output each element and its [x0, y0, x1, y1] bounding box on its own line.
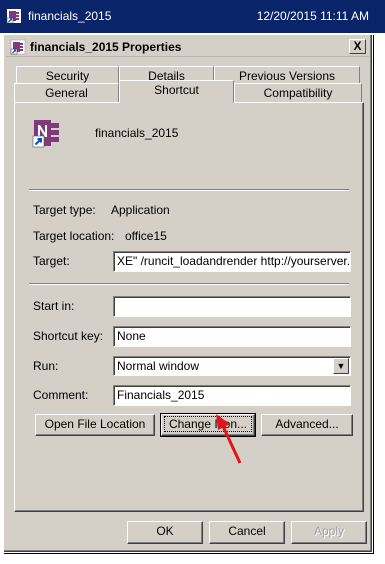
file-icon: [6, 8, 22, 24]
chevron-down-icon[interactable]: ▼: [333, 358, 349, 374]
ok-button-label: OK: [156, 524, 174, 538]
comment-label: Comment:: [33, 388, 89, 402]
target-label: Target:: [33, 254, 70, 268]
shortcut-tab-panel: financials_2015 Target type: Application…: [14, 102, 364, 512]
apply-button-label: Apply: [313, 524, 345, 538]
dialog-titlebar[interactable]: financials_2015 Properties X: [6, 37, 369, 57]
red-arrow-icon: [216, 414, 242, 464]
tab-label: General: [45, 86, 88, 100]
tab-label: Shortcut: [154, 83, 199, 97]
separator: [29, 189, 349, 191]
explorer-selected-row[interactable]: financials_2015 12/20/2015 11:11 AM: [0, 0, 385, 33]
file-name: financials_2015: [28, 9, 112, 23]
run-label: Run:: [33, 359, 59, 373]
cancel-button-label: Cancel: [228, 524, 266, 538]
target-location-label: Target location:: [33, 229, 115, 243]
tab-label: Compatibility: [263, 86, 333, 100]
open-file-location-button-label: Open File Location: [44, 417, 146, 431]
tab-shortcut[interactable]: Shortcut: [119, 80, 234, 103]
tab-label: Security: [45, 69, 90, 83]
target-type-label: Target type:: [33, 203, 96, 217]
target-field[interactable]: XE" /runcit_loadandrender http://yourser…: [113, 251, 351, 272]
start-in-field[interactable]: [113, 296, 351, 317]
dialog-title: financials_2015 Properties: [30, 40, 182, 54]
file-date: 12/20/2015 11:11 AM: [256, 9, 369, 23]
target-type-value: Application: [111, 203, 170, 217]
advanced-button[interactable]: Advanced...: [261, 414, 353, 436]
cancel-button[interactable]: Cancel: [209, 521, 285, 544]
comment-field[interactable]: Financials_2015: [113, 385, 351, 406]
target-location-value: office15: [125, 229, 167, 243]
close-button[interactable]: X: [349, 39, 366, 54]
open-file-location-button[interactable]: Open File Location: [35, 414, 155, 436]
run-select-value: Normal window: [117, 359, 200, 373]
shortcut-key-label: Shortcut key:: [33, 329, 104, 343]
tab-general[interactable]: General: [14, 83, 119, 103]
shortcut-key-field[interactable]: None: [113, 326, 351, 347]
apply-button[interactable]: Apply: [291, 521, 367, 544]
ok-button[interactable]: OK: [127, 521, 203, 544]
run-select[interactable]: Normal window ▼: [113, 356, 351, 376]
separator: [29, 283, 349, 285]
shortcut-icon: [31, 117, 63, 149]
tab-label: Previous Versions: [238, 69, 336, 83]
close-icon: X: [353, 39, 362, 53]
start-in-label: Start in:: [33, 299, 75, 313]
shortcut-name: financials_2015: [95, 126, 179, 140]
advanced-button-label: Advanced...: [275, 417, 339, 431]
dialog-title-icon: [10, 39, 26, 55]
properties-dialog: financials_2015 Properties X Security De…: [3, 34, 373, 553]
tab-compatibility[interactable]: Compatibility: [234, 83, 362, 103]
